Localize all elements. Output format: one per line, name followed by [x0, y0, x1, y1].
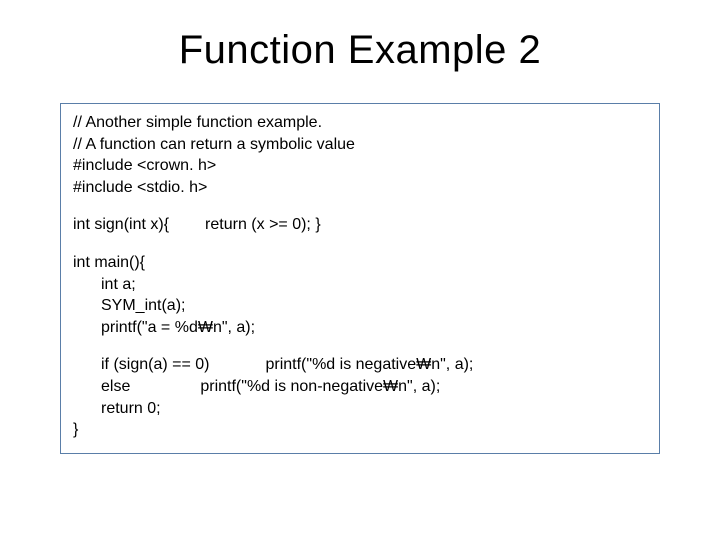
- code-line: return 0;: [73, 398, 647, 420]
- code-line: else printf("%d is non-negative₩n", a);: [73, 376, 647, 398]
- code-box: // Another simple function example. // A…: [60, 103, 660, 454]
- code-line: // A function can return a symbolic valu…: [73, 134, 647, 156]
- code-line: // Another simple function example.: [73, 112, 647, 134]
- code-fragment: int sign(int x){: [73, 216, 169, 233]
- code-block-main-bottom: if (sign(a) == 0) printf("%d is negative₩…: [73, 354, 647, 440]
- code-fragment: if (sign(a) == 0): [101, 356, 209, 373]
- code-line: int sign(int x){ return (x >= 0); }: [73, 214, 647, 236]
- code-line: if (sign(a) == 0) printf("%d is negative₩…: [73, 354, 647, 376]
- code-line: SYM_int(a);: [73, 295, 647, 317]
- code-line: int main(){: [73, 252, 647, 274]
- code-fragment: printf("%d is negative₩n", a);: [265, 356, 473, 373]
- slide-title: Function Example 2: [40, 28, 680, 73]
- code-line: #include <crown. h>: [73, 155, 647, 177]
- code-block-header: // Another simple function example. // A…: [73, 112, 647, 198]
- slide: Function Example 2 // Another simple fun…: [0, 0, 720, 540]
- code-line: printf("a = %d₩n", a);: [73, 317, 647, 339]
- code-line: int a;: [73, 274, 647, 296]
- code-fragment: else: [101, 378, 130, 395]
- code-line: }: [73, 419, 647, 441]
- code-fragment: printf("%d is non-negative₩n", a);: [200, 378, 440, 395]
- code-block-main-top: int main(){ int a; SYM_int(a); printf("a…: [73, 252, 647, 338]
- code-block-sign: int sign(int x){ return (x >= 0); }: [73, 214, 647, 236]
- code-line: #include <stdio. h>: [73, 177, 647, 199]
- code-fragment: return (x >= 0); }: [205, 216, 321, 233]
